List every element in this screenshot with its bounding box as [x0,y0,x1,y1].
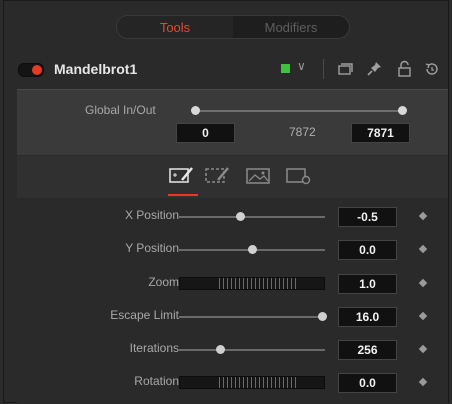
control-row: X Position -0.5 [17,201,448,233]
keyframe-icon[interactable] [418,377,428,387]
controls-tab-icon[interactable] [168,165,196,187]
inspector-tabs: Tools Modifiers [116,15,350,39]
global-in-out-label: Global In/Out [85,103,156,117]
x-position-slider[interactable] [179,212,325,221]
keyframe-icon[interactable] [418,211,428,221]
keyframe-icon[interactable] [418,344,428,354]
control-row: Zoom 1.0 [17,268,448,300]
tab-tools[interactable]: Tools [117,16,233,38]
chevron-down-icon[interactable]: ∨ [297,59,306,73]
version-icon[interactable] [336,59,354,79]
control-label: Escape Limit [110,308,179,322]
slider-handle[interactable] [318,312,328,321]
slider-handle[interactable] [236,212,246,221]
global-range-length: 7872 [289,125,316,139]
control-label: Zoom [148,275,179,289]
image-tab-icon[interactable] [245,165,273,187]
escape-limit-slider[interactable] [179,312,328,321]
color-tab-icon[interactable] [204,165,232,187]
slider-handle[interactable] [215,345,225,354]
global-out-handle[interactable] [398,106,407,115]
global-in-out-group: Global In/Out 0 7872 7871 [17,89,448,155]
control-label: Iterations [129,341,179,355]
global-out-field[interactable]: 7871 [351,123,410,143]
control-row: Rotation 0.0 [17,367,448,399]
control-label: Rotation [134,374,179,388]
toggle-knob [32,65,42,75]
slider-handle[interactable] [248,245,257,254]
keyframe-icon[interactable] [418,244,428,254]
tool-name[interactable]: Mandelbrot1 [54,61,137,77]
control-row: Y Position 0.0 [17,234,448,266]
settings-tab-icon[interactable] [285,165,313,187]
control-label: Y Position [125,241,179,255]
global-range-slider[interactable] [191,106,407,115]
keyframe-icon[interactable] [418,278,428,288]
rotation-thumbwheel[interactable] [179,376,325,389]
escape-limit-field[interactable]: 16.0 [338,307,397,327]
zoom-field[interactable]: 1.0 [338,274,397,294]
y-position-slider[interactable] [179,245,325,254]
control-tab-bar [17,156,448,198]
zoom-thumbwheel[interactable] [179,277,325,290]
global-in-handle[interactable] [191,106,200,115]
keyframe-icon[interactable] [418,311,428,321]
tab-modifiers[interactable]: Modifiers [233,16,349,38]
iterations-field[interactable]: 256 [338,340,397,360]
inspector-panel: Tools Modifiers Mandelbrot1 ∨ Global In/ [3,0,449,404]
global-in-field[interactable]: 0 [176,123,235,143]
control-row: Escape Limit 16.0 [17,301,448,333]
lock-icon[interactable] [396,59,414,79]
rotation-field[interactable]: 0.0 [338,373,397,393]
tool-header: Mandelbrot1 ∨ [4,53,448,87]
tool-color-chip[interactable] [281,64,290,73]
tool-enable-toggle[interactable] [18,63,44,77]
active-tab-indicator [168,194,198,196]
control-label: X Position [124,208,179,222]
iterations-slider[interactable] [179,345,325,354]
x-position-field[interactable]: -0.5 [338,207,397,227]
controls-list: X Position -0.5 Y Position 0.0 Zoom 1.0 … [17,199,448,404]
header-divider [323,59,324,79]
pin-icon[interactable] [366,59,384,79]
y-position-field[interactable]: 0.0 [338,240,397,260]
control-row: Iterations 256 [17,334,448,366]
reset-icon[interactable] [423,59,441,79]
